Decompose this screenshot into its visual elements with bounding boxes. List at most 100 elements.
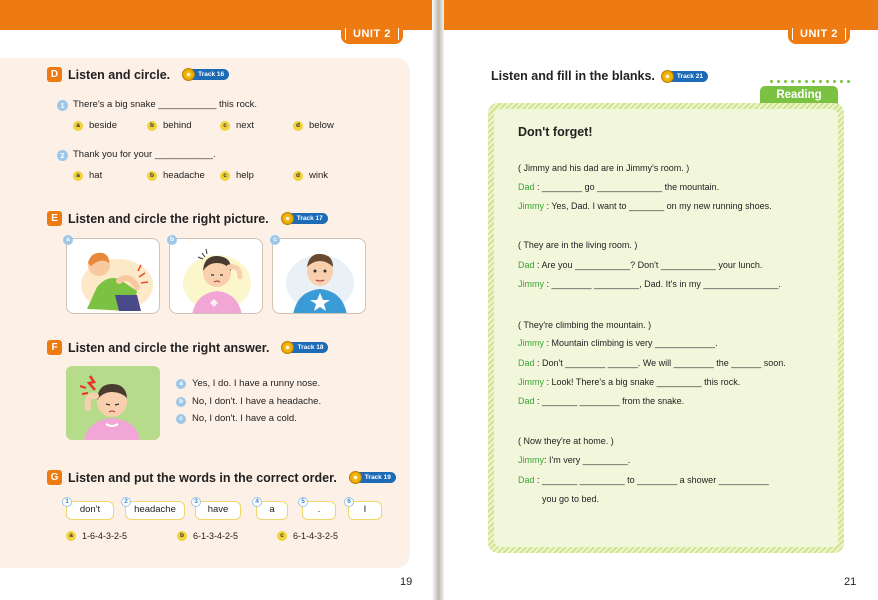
answer-badge: a [176, 378, 186, 389]
dialogue-line: Dad : Don't ________ ______. We will ___… [518, 358, 786, 368]
speaker-name: Jimmy [518, 455, 544, 465]
section-letter: G [47, 470, 62, 485]
track-badge[interactable]: Track 16 [182, 68, 230, 81]
section-letter: D [47, 67, 62, 82]
dialogue-text: Look! There's a big snake _________ this… [551, 377, 741, 387]
order-option[interactable]: c 6-1-4-3-2-5 [277, 531, 338, 541]
order-option[interactable]: b 6-1-3-4-2-5 [177, 531, 238, 541]
dialogue-text: _______ ________ from the snake. [542, 396, 685, 406]
speaker-separator: : [544, 279, 552, 289]
option-badge: c [277, 531, 287, 541]
option-text: next [236, 120, 254, 131]
section-title: Listen and put the words in the correct … [68, 470, 337, 485]
order-option[interactable]: a 1-6-4-3-2-5 [66, 531, 127, 541]
cold-boy-illustration [286, 253, 354, 313]
track-label: Track 17 [288, 213, 328, 224]
answer-option[interactable]: a Yes, I do. I have a runny nose. [176, 378, 320, 389]
dialogue-line: Dad : _______ ________ from the snake. [518, 396, 684, 406]
track-label: Track 18 [289, 342, 329, 353]
option-text: 1-6-4-3-2-5 [82, 531, 128, 541]
cd-icon [280, 212, 294, 225]
option[interactable]: a beside [73, 120, 117, 131]
word-number: 1 [62, 497, 72, 507]
speaker-name: Jimmy [518, 279, 544, 289]
section-title: Listen and circle the right picture. [68, 211, 269, 226]
scene-direction: ( Jimmy and his dad are in Jimmy's room.… [518, 163, 690, 173]
listening-heading: Listen and fill in the blanks. Track 21 [491, 69, 708, 83]
option-text: help [236, 170, 254, 181]
track-label: Track 21 [668, 70, 708, 82]
scene-direction: ( They are in the living room. ) [518, 240, 638, 250]
option-text: headache [163, 170, 205, 181]
word-number: 3 [191, 497, 201, 507]
track-badge[interactable]: Track 18 [281, 341, 329, 354]
option[interactable]: b headache [147, 170, 205, 181]
word-number: 4 [252, 497, 262, 507]
option-badge: a [73, 170, 83, 181]
word-card[interactable]: don't [66, 501, 114, 520]
headache-boy-illustration [79, 375, 140, 440]
speaker-name: Jimmy [518, 201, 544, 211]
speaker-separator: : [534, 182, 543, 192]
option[interactable]: d wink [293, 170, 328, 181]
heading-text: Listen and fill in the blanks. [491, 69, 655, 83]
speaker-name: Jimmy [518, 338, 544, 348]
option-badge: b [147, 120, 157, 131]
word-card[interactable]: have [195, 501, 241, 520]
picture-option-c[interactable] [272, 238, 366, 314]
picture-option-a[interactable] [66, 238, 160, 314]
answer-option[interactable]: c No, I don't. I have a cold. [176, 413, 297, 424]
dialogue-text: ________ go _____________ the mountain. [542, 182, 720, 192]
page-number: 19 [400, 576, 413, 588]
option-text: 6-1-4-3-2-5 [293, 531, 339, 541]
section-letter: E [47, 211, 62, 226]
picture-badge: a [63, 235, 73, 245]
word-number: 6 [344, 497, 354, 507]
answer-text: No, I don't. I have a cold. [192, 413, 297, 424]
track-badge[interactable]: Track 17 [280, 212, 328, 225]
option-badge: b [177, 531, 187, 541]
speaker-name: Dad [518, 475, 535, 485]
dialogue-line: Jimmy: I'm very _________. [518, 455, 630, 465]
section-f-heading: F Listen and circle the right answer. Tr… [47, 340, 329, 355]
option-badge: c [220, 170, 230, 181]
track-badge[interactable]: Track 21 [660, 69, 708, 83]
word-number: 5 [298, 497, 308, 507]
dialogue-continuation: you go to bed. [542, 494, 600, 504]
track-label: Track 19 [356, 472, 396, 483]
section-title: Listen and circle. [68, 67, 171, 82]
dialogue-text: Mountain climbing is very ____________. [551, 338, 718, 348]
dialogue-line: Jimmy : Yes, Dad. I want to _______ on m… [518, 201, 772, 211]
speaker-separator: : [534, 396, 543, 406]
speaker-separator: : [534, 475, 543, 485]
option-text: behind [163, 120, 192, 131]
scene-direction: ( They're climbing the mountain. ) [518, 320, 652, 330]
option[interactable]: d below [293, 120, 334, 131]
book-spine [432, 0, 444, 600]
option[interactable]: c help [220, 170, 254, 181]
word-card[interactable]: headache [125, 501, 185, 520]
cd-icon [348, 471, 362, 484]
unit-tab: UNIT 2 [341, 24, 403, 44]
headache-boy-picture [66, 366, 160, 440]
option[interactable]: b behind [147, 120, 192, 131]
option[interactable]: a hat [73, 170, 102, 181]
speaker-separator: : [544, 338, 552, 348]
section-e-heading: E Listen and circle the right picture. T… [47, 211, 328, 226]
question-text: Thank you for your ___________. [73, 149, 216, 160]
dialogue-text: ________ _________, Dad. It's in my ____… [551, 279, 781, 289]
speaker-name: Dad [518, 260, 535, 270]
option-text: below [309, 120, 334, 131]
speaker-name: Dad [518, 396, 535, 406]
option[interactable]: c next [220, 120, 254, 131]
dialogue-line: Dad : Are you ___________? Don't _______… [518, 260, 762, 270]
picture-option-b[interactable] [169, 238, 263, 314]
answer-option[interactable]: b No, I don't. I have a headache. [176, 396, 321, 407]
answer-badge: b [176, 396, 186, 407]
dialogue-text: Are you ___________? Don't ___________ y… [541, 260, 763, 270]
option-badge: d [293, 170, 303, 181]
dialogue-line: Dad : _______ _________ to ________ a sh… [518, 475, 769, 485]
track-badge[interactable]: Track 19 [348, 471, 396, 484]
page-number: 21 [844, 576, 857, 588]
dialogue-text: Don't ________ ______. We will ________ … [542, 358, 786, 368]
